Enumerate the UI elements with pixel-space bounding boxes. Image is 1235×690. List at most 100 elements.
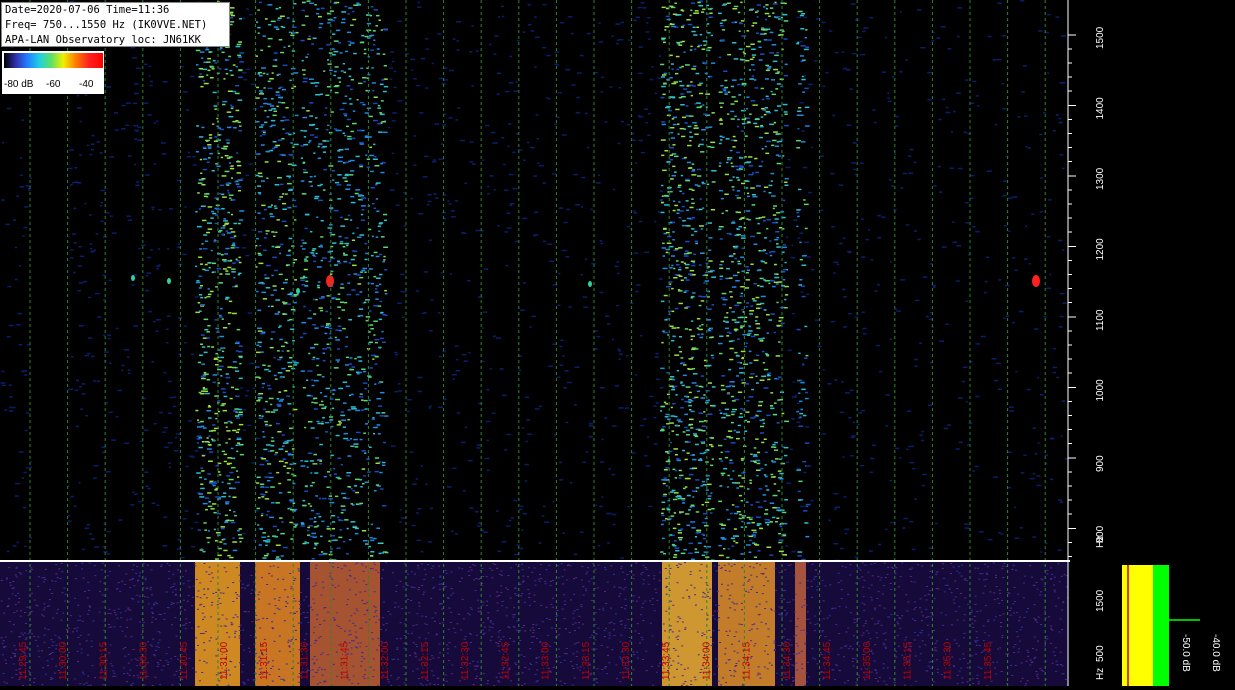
waterfall-pixel [682, 374, 687, 377]
waterfall-pixel [914, 299, 920, 302]
waterfall-pixel [335, 329, 339, 331]
waterfall-pixel [688, 423, 693, 426]
waterfall-pixel [522, 282, 526, 284]
waterfall-pixel [339, 301, 344, 303]
waterfall-pixel [677, 523, 681, 526]
waterfall-pixel [238, 444, 242, 446]
waterfall-pixel [735, 211, 738, 213]
waterfall-pixel [132, 491, 135, 493]
waterfall-pixel [301, 1, 306, 4]
waterfall-pixel [671, 489, 676, 492]
waterfall-pixel [70, 257, 74, 259]
waterfall-pixel [261, 496, 265, 498]
waterfall-pixel [291, 26, 297, 28]
waterfall-pixel [766, 314, 770, 316]
waterfall-pixel [371, 282, 374, 285]
waterfall-pixel [568, 306, 572, 308]
waterfall-pixel [648, 505, 653, 508]
bottom-pixel [326, 611, 329, 613]
waterfall-pixel [211, 483, 215, 485]
waterfall-pixel [324, 114, 327, 116]
waterfall-pixel [850, 389, 854, 392]
waterfall-pixel [1003, 180, 1008, 182]
waterfall-pixel [268, 109, 273, 111]
waterfall-pixel [343, 402, 347, 404]
waterfall-pixel [765, 4, 769, 6]
bottom-pixel [571, 684, 574, 686]
waterfall-pixel [200, 334, 205, 336]
waterfall-pixel [691, 382, 697, 384]
waterfall-pixel [381, 330, 384, 333]
waterfall-pixel [91, 134, 95, 137]
waterfall-pixel [316, 8, 320, 10]
waterfall-pixel [739, 22, 743, 25]
waterfall-pixel [686, 209, 689, 211]
waterfall-pixel [710, 34, 713, 37]
waterfall-pixel [596, 182, 601, 184]
waterfall-pixel [696, 168, 701, 171]
waterfall-pixel [143, 102, 149, 104]
waterfall-pixel [301, 523, 305, 525]
waterfall-pixel [225, 270, 229, 272]
waterfall-pixel [1056, 376, 1059, 379]
waterfall-pixel [755, 375, 758, 378]
waterfall-pixel [884, 36, 888, 39]
waterfall-pixel [206, 379, 211, 381]
waterfall-pixel [244, 394, 249, 397]
waterfall-pixel [230, 104, 233, 107]
waterfall-pixel [515, 133, 519, 135]
waterfall-pixel [274, 453, 277, 456]
waterfall-pixel [302, 275, 305, 278]
waterfall-pixel [684, 400, 689, 403]
waterfall-pixel [315, 437, 319, 439]
waterfall-pixel [290, 142, 293, 144]
waterfall-pixel [692, 292, 696, 294]
waterfall-pixel [330, 256, 334, 258]
waterfall-pixel [740, 553, 744, 555]
waterfall-pixel [227, 312, 232, 314]
bottom-pixel [154, 676, 157, 678]
waterfall-pixel [638, 139, 643, 142]
waterfall-pixel [798, 417, 801, 419]
waterfall-pixel [615, 42, 619, 45]
waterfall-pixel [833, 493, 839, 495]
waterfall-pixel [311, 384, 315, 387]
waterfall-pixel [163, 427, 168, 429]
waterfall-pixel [227, 211, 231, 214]
waterfall-pixel [469, 141, 474, 143]
waterfall-pixel [201, 57, 204, 59]
waterfall-pixel [8, 384, 12, 386]
waterfall-pixel [848, 312, 852, 315]
waterfall-pixel [427, 200, 432, 203]
waterfall-pixel [703, 545, 707, 548]
bottom-pixel [427, 564, 429, 565]
waterfall-pixel [316, 216, 319, 218]
waterfall-pixel [198, 437, 203, 439]
waterfall-pixel [190, 75, 195, 78]
waterfall-pixel [368, 545, 371, 548]
waterfall-pixel [422, 176, 428, 178]
waterfall-pixel [1042, 112, 1046, 114]
waterfall-pixel [344, 242, 350, 245]
waterfall-pixel [389, 67, 393, 69]
waterfall-pixel [938, 191, 943, 193]
waterfall-pixel [284, 278, 288, 281]
waterfall-pixel [232, 243, 235, 246]
waterfall-pixel [633, 212, 637, 214]
waterfall-pixel [731, 421, 734, 424]
waterfall-pixel [247, 312, 252, 314]
waterfall-pixel [607, 542, 610, 544]
waterfall-pixel [202, 68, 208, 71]
waterfall-pixel [449, 69, 454, 72]
waterfall-pixel [238, 272, 242, 275]
waterfall-pixel [740, 526, 744, 528]
waterfall-pixel [219, 128, 224, 131]
waterfall-pixel [626, 124, 630, 126]
waterfall-pixel [199, 248, 202, 250]
waterfall-pixel [354, 357, 357, 360]
bottom-pixel [87, 582, 90, 584]
waterfall-pixel [350, 88, 353, 91]
waterfall-pixel [250, 83, 256, 85]
waterfall-pixel [270, 486, 275, 488]
waterfall-pixel [369, 310, 372, 312]
